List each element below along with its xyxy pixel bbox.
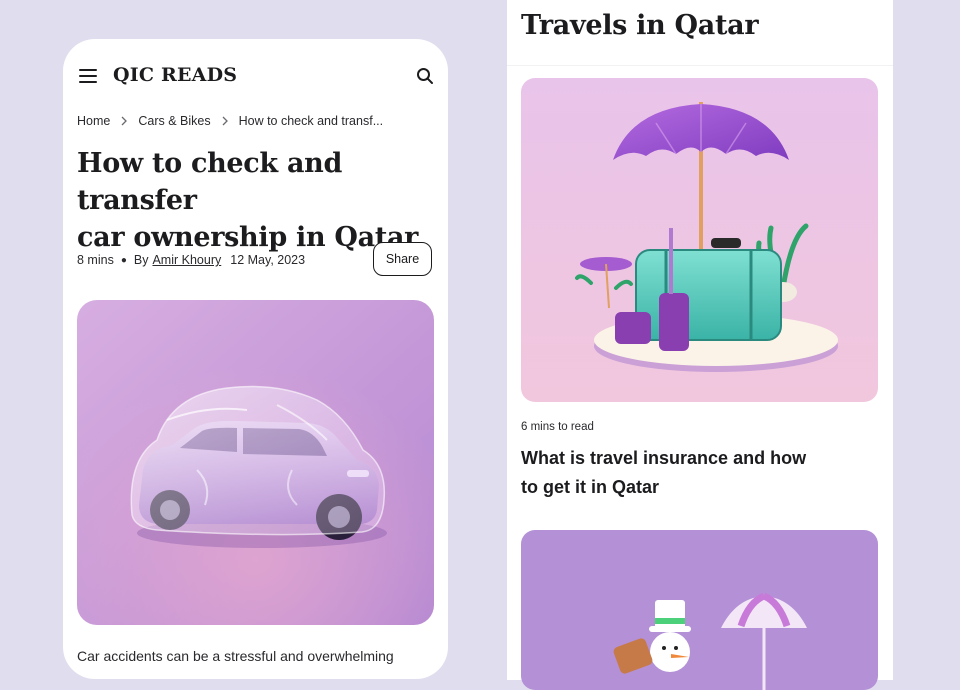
- publish-date: 12 May, 2023: [230, 253, 306, 267]
- card-title-line: to get it in Qatar: [521, 477, 660, 497]
- breadcrumb-category[interactable]: Cars & Bikes: [138, 114, 210, 128]
- card-image-winter[interactable]: [521, 530, 878, 690]
- card-read-time: 6 mins to read: [521, 421, 594, 433]
- card-title[interactable]: What is travel insurance and how to get …: [521, 444, 831, 502]
- share-button[interactable]: Share: [373, 242, 432, 276]
- site-logo[interactable]: QIC READS: [113, 64, 237, 86]
- breadcrumb: Home Cars & Bikes How to check and trans…: [77, 113, 383, 129]
- read-time: 8 mins: [77, 253, 114, 267]
- top-bar: QIC READS: [63, 39, 448, 115]
- separator-dot: ●: [120, 254, 127, 266]
- article-screen: QIC READS Home Cars & Bikes How to check…: [63, 39, 448, 679]
- divider: [507, 65, 893, 66]
- category-screen: Travels in Qatar 6 mins to read What is …: [507, 0, 893, 690]
- card-title-line: What is travel insurance and how: [521, 448, 807, 468]
- breadcrumb-home[interactable]: Home: [77, 114, 110, 128]
- article-title-line: How to check and transfer: [77, 148, 343, 216]
- card-image-travel[interactable]: [521, 78, 878, 402]
- article-meta: 8 mins ● By Amir Khoury 12 May, 2023: [77, 253, 305, 267]
- breadcrumb-current: How to check and transf...: [238, 114, 384, 128]
- author-link[interactable]: Amir Khoury: [152, 253, 221, 267]
- article-body: Car accidents can be a stressful and ove…: [77, 648, 394, 664]
- hero-image-car: [77, 300, 434, 625]
- section-title: Travels in Qatar: [521, 10, 759, 41]
- chevron-right-icon: [121, 116, 128, 126]
- article-title: How to check and transfer car ownership …: [77, 145, 437, 256]
- search-icon[interactable]: [416, 67, 434, 85]
- by-label: By: [133, 253, 149, 267]
- menu-icon[interactable]: [79, 69, 97, 83]
- chevron-right-icon: [222, 116, 228, 126]
